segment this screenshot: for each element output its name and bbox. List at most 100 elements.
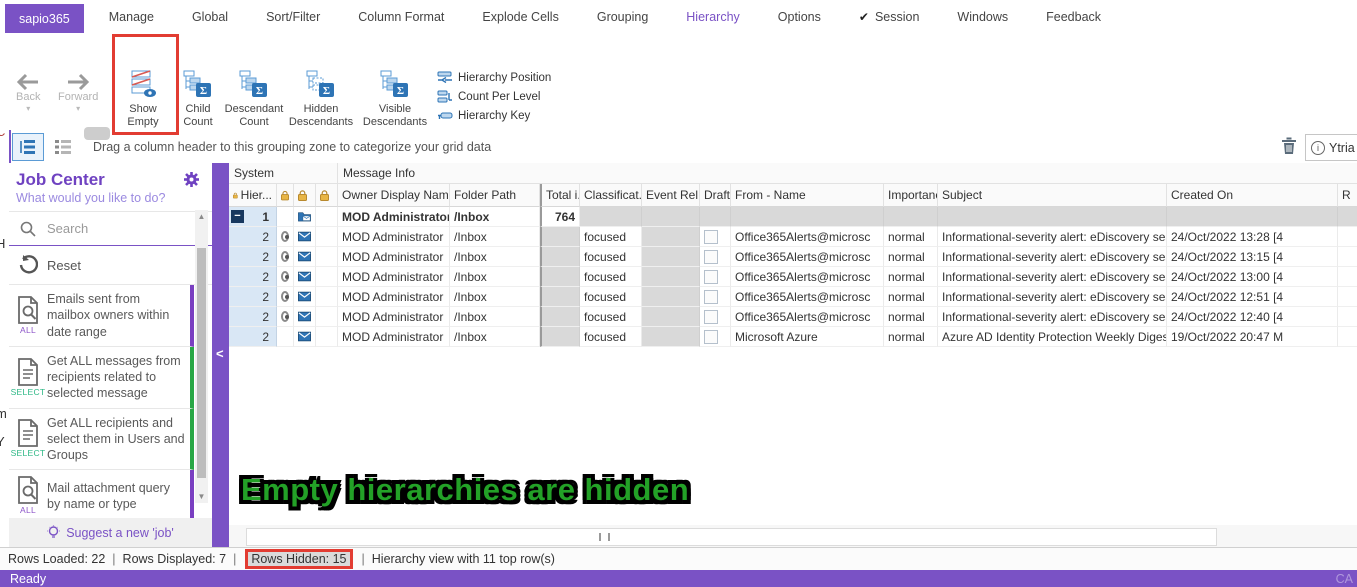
count-per-level-button[interactable]: Count Per Level [437,90,551,103]
cell-b[interactable] [294,267,316,287]
forward-button[interactable]: Forward ▾ [58,73,98,113]
column-header-folder[interactable]: Folder Path [450,184,540,207]
table-row[interactable]: 2MOD Administrator/InboxfocusedOffice365… [229,267,1357,287]
scroll-down-icon[interactable]: ▼ [195,490,208,503]
table-row[interactable]: 2MOD Administrator/InboxfocusedMicrosoft… [229,327,1357,347]
scrollbar-thumb[interactable] [197,248,206,478]
cell-from[interactable]: Office365Alerts@microsc [731,247,884,267]
menu-item-manage[interactable]: Manage [90,0,173,33]
cell-owner[interactable]: MOD Administrator [338,267,450,287]
cell-classification[interactable]: focused [580,287,642,307]
cell-owner[interactable]: MOD Administrator [338,207,450,227]
delete-view-button[interactable] [1281,136,1297,160]
cell-from[interactable]: Microsoft Azure [731,327,884,347]
cell-b[interactable] [294,307,316,327]
cell-hier[interactable]: 2 [229,287,277,307]
cell-b[interactable] [294,247,316,267]
band-header-system[interactable]: System [229,163,338,184]
column-header-b[interactable] [294,184,316,207]
cell-hier[interactable]: 2 [229,247,277,267]
cell-created[interactable]: 24/Oct/2022 13:28 [4 [1167,227,1338,247]
table-row[interactable]: 2MOD Administrator/InboxfocusedOffice365… [229,227,1357,247]
cell-r[interactable] [1338,227,1357,247]
cell-event[interactable] [642,227,700,247]
column-header-total[interactable]: Total i... [540,184,580,207]
view-selector[interactable]: i Ytria default [1305,134,1357,161]
cell-subject[interactable]: Informational-severity alert: eDiscovery… [938,247,1167,267]
hierarchy-key-button[interactable]: Hierarchy Key [437,109,551,122]
cell-from[interactable] [731,207,884,227]
scroll-up-icon[interactable]: ▲ [195,210,208,223]
app-brand-tab[interactable]: sapio365 [5,4,84,33]
cell-r[interactable] [1338,207,1357,227]
cell-from[interactable]: Office365Alerts@microsc [731,227,884,247]
cell-owner[interactable]: MOD Administrator [338,287,450,307]
cell-importance[interactable]: normal [884,327,938,347]
cell-r[interactable] [1338,267,1357,287]
cell-c[interactable] [316,207,338,227]
table-row[interactable]: −1MOD Administrator/Inbox764 [229,207,1357,227]
visible-descendants-button[interactable]: Σ Visible Descendants [360,69,430,129]
cell-subject[interactable]: Informational-severity alert: eDiscovery… [938,267,1167,287]
cell-b[interactable] [294,207,316,227]
cell-a[interactable] [277,267,294,287]
draft-checkbox[interactable] [704,250,718,264]
suggest-job-button[interactable]: Suggest a new 'job' [9,518,212,547]
cell-classification[interactable]: focused [580,227,642,247]
cell-classification[interactable]: focused [580,327,642,347]
cell-created[interactable]: 24/Oct/2022 13:15 [4 [1167,247,1338,267]
cell-draft[interactable] [700,207,731,227]
cell-importance[interactable]: normal [884,267,938,287]
cell-classification[interactable] [580,207,642,227]
cell-from[interactable]: Office365Alerts@microsc [731,267,884,287]
cell-folder[interactable]: /Inbox [450,307,540,327]
flat-view-toggle[interactable] [47,133,79,161]
cell-event[interactable] [642,207,700,227]
descendant-count-button[interactable]: Σ Descendant Count [224,69,284,129]
collapse-panel-icon[interactable]: < [216,346,224,361]
cell-total[interactable] [540,227,580,247]
cell-r[interactable] [1338,307,1357,327]
cell-hier[interactable]: 2 [229,267,277,287]
cell-created[interactable]: 24/Oct/2022 13:00 [4 [1167,267,1338,287]
reset-button[interactable]: Reset [9,246,212,285]
column-header-importance[interactable]: Importance [884,184,938,207]
cell-owner[interactable]: MOD Administrator [338,247,450,267]
cell-a[interactable] [277,327,294,347]
draft-checkbox[interactable] [704,310,718,324]
menu-item-grouping[interactable]: Grouping [578,0,667,33]
menu-item-column-format[interactable]: Column Format [339,0,463,33]
menu-item-session[interactable]: ✔Session [840,0,939,33]
column-header-hier[interactable]: Hier... [229,184,277,207]
cell-draft[interactable] [700,327,731,347]
cell-importance[interactable] [884,207,938,227]
draft-checkbox[interactable] [704,230,718,244]
cell-folder[interactable]: /Inbox [450,267,540,287]
back-dropdown-caret-icon[interactable]: ▾ [26,104,30,113]
job-item[interactable]: ALLMail attachment query by name or type [9,470,194,522]
cell-created[interactable] [1167,207,1338,227]
column-header-draft[interactable]: Draft [700,184,731,207]
cell-classification[interactable]: focused [580,247,642,267]
menu-item-global[interactable]: Global [173,0,247,33]
cell-event[interactable] [642,247,700,267]
cell-folder[interactable]: /Inbox [450,287,540,307]
cell-r[interactable] [1338,287,1357,307]
cell-a[interactable] [277,227,294,247]
child-count-button[interactable]: Σ Child Count [176,69,220,129]
panel-splitter[interactable]: < [212,163,229,547]
cell-b[interactable] [294,287,316,307]
cell-importance[interactable]: normal [884,247,938,267]
table-row[interactable]: 2MOD Administrator/InboxfocusedOffice365… [229,307,1357,327]
cell-owner[interactable]: MOD Administrator [338,307,450,327]
table-row[interactable]: 2MOD Administrator/InboxfocusedOffice365… [229,247,1357,267]
cell-draft[interactable] [700,287,731,307]
gear-icon[interactable] [183,171,200,193]
show-empty-button[interactable]: Show Empty [118,69,168,129]
cell-a[interactable] [277,287,294,307]
cell-subject[interactable]: Azure AD Identity Protection Weekly Dige… [938,327,1167,347]
menu-item-feedback[interactable]: Feedback [1027,0,1120,33]
draft-checkbox[interactable] [704,270,718,284]
cell-created[interactable]: 24/Oct/2022 12:51 [4 [1167,287,1338,307]
job-item[interactable]: SELECTGet ALL recipients and select them… [9,409,194,471]
